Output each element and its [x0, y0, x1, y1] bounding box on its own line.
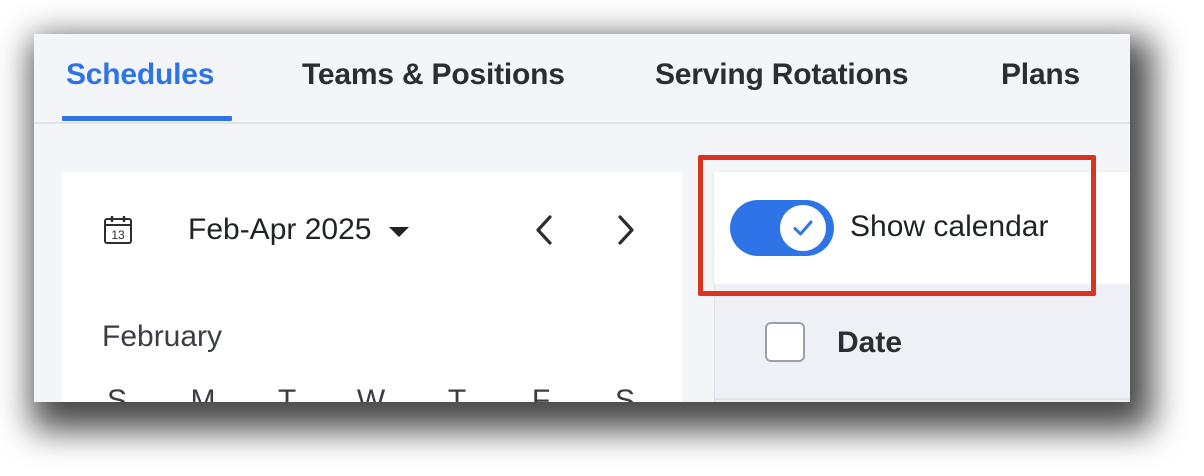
chevron-left-icon: [536, 215, 552, 245]
previous-range-button[interactable]: [522, 208, 566, 252]
weekday-label: S: [614, 384, 635, 402]
select-all-checkbox[interactable]: [765, 322, 805, 362]
row-divider: [715, 398, 1130, 400]
tab-schedules[interactable]: Schedules: [66, 58, 214, 92]
calendar-panel: 13 Feb-Apr 2025 February S M T W T F S: [62, 172, 682, 402]
weekday-label: F: [531, 384, 551, 402]
tab-bar: Schedules Teams & Positions Serving Rota…: [34, 34, 1130, 124]
weekday-label: W: [356, 384, 386, 402]
calendar-icon-day: 13: [111, 228, 125, 242]
active-tab-indicator: [62, 116, 232, 121]
tab-teams-positions[interactable]: Teams & Positions: [302, 58, 565, 92]
month-label: February: [102, 320, 223, 353]
tab-plans[interactable]: Plans: [1001, 58, 1080, 92]
weekday-label: T: [277, 384, 297, 402]
highlight-box: [698, 155, 1096, 296]
tab-serving-rotations[interactable]: Serving Rotations: [655, 58, 909, 92]
date-range-dropdown[interactable]: Feb-Apr 2025: [188, 210, 410, 250]
next-range-button[interactable]: [604, 208, 648, 252]
weekday-label: M: [190, 384, 216, 402]
weekday-label: T: [447, 384, 467, 402]
column-header-date[interactable]: Date: [837, 326, 902, 360]
weekday-label: S: [106, 384, 127, 402]
weekday-header: S M T W T F S: [102, 384, 652, 402]
date-range-label: Feb-Apr 2025: [188, 213, 372, 246]
chevron-right-icon: [618, 215, 634, 245]
caret-down-icon: [389, 226, 410, 237]
table-header-row: Date: [714, 284, 1130, 402]
calendar-icon[interactable]: 13: [102, 214, 134, 246]
